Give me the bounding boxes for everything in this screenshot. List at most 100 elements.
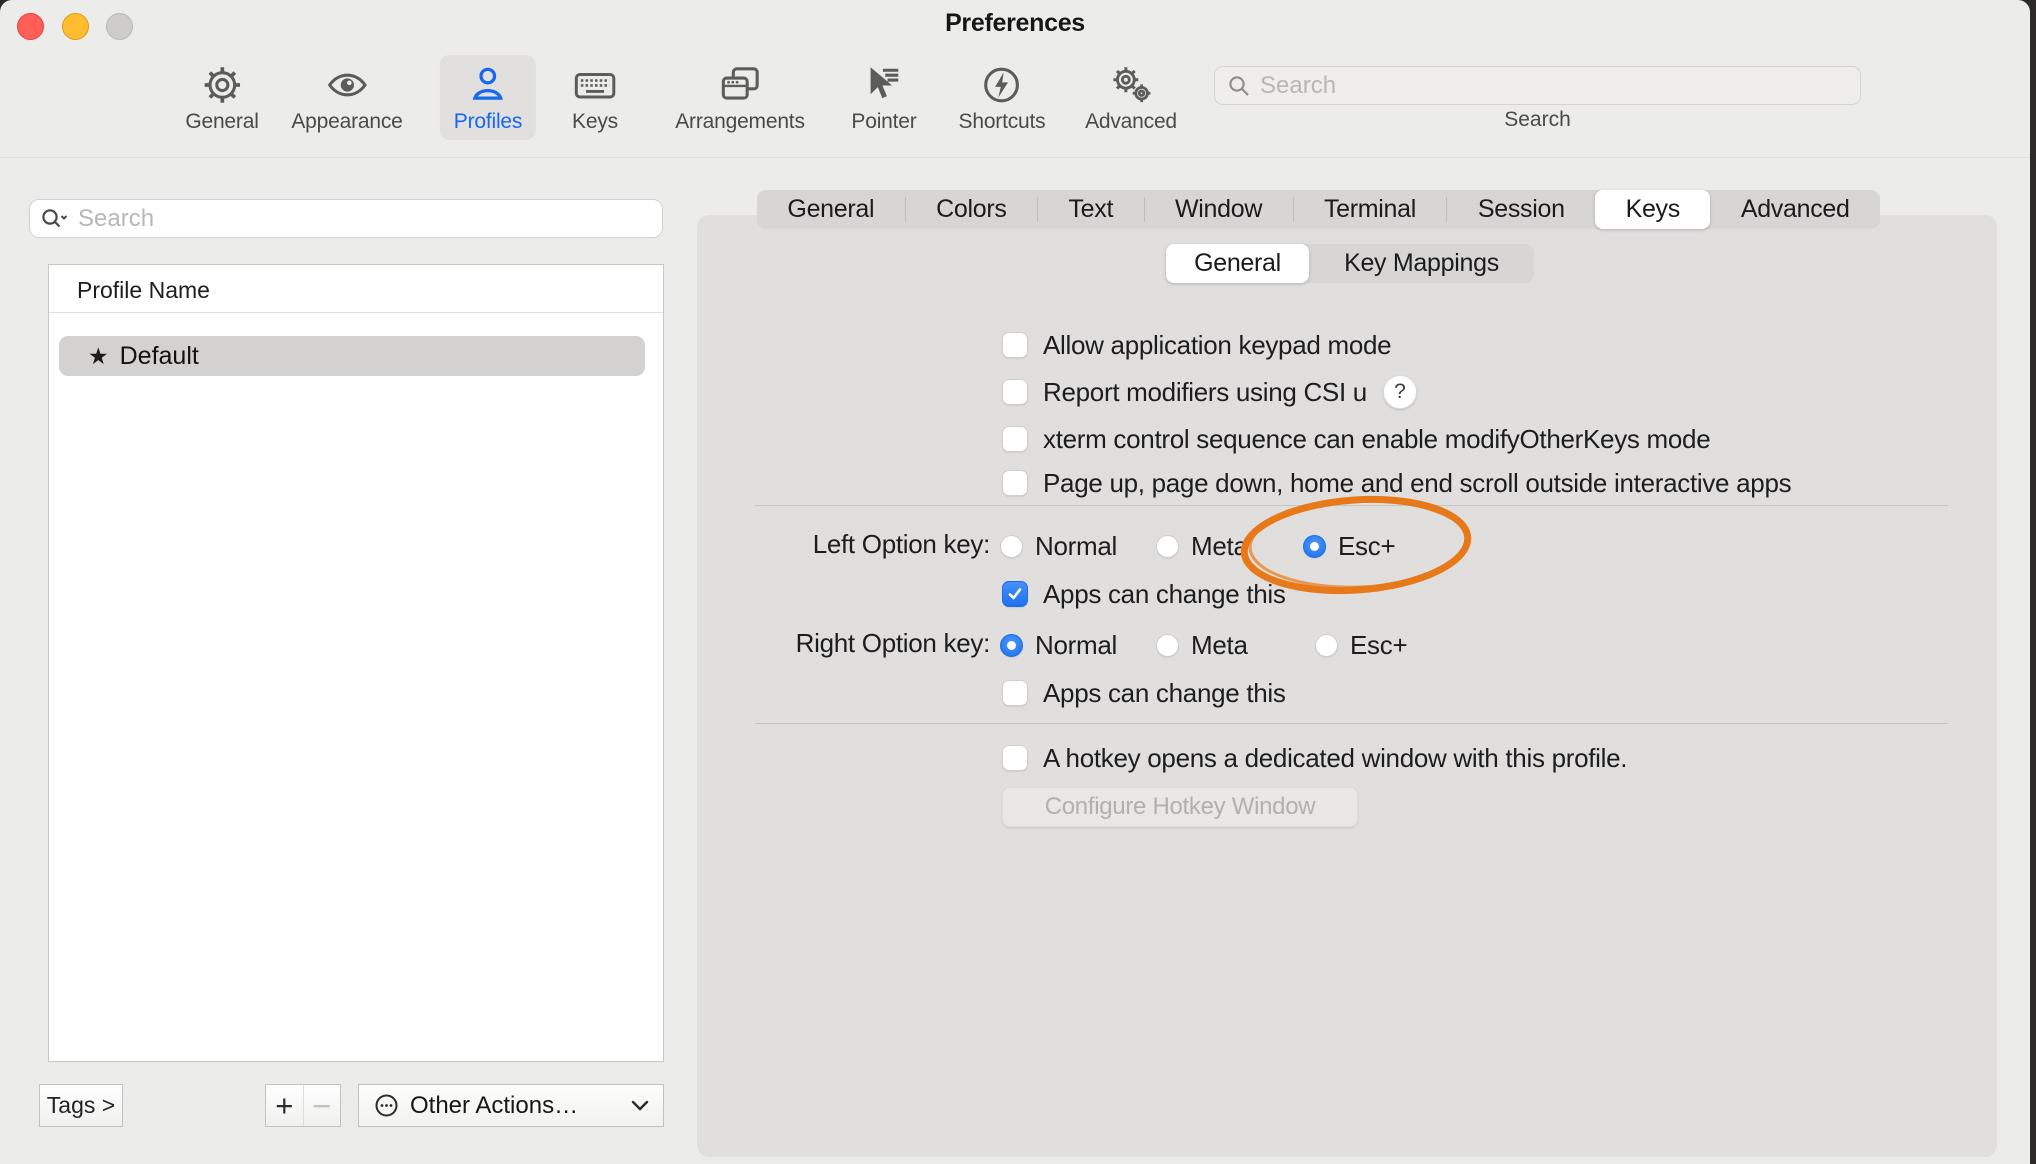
header-divider — [49, 312, 663, 313]
preferences-window: Preferences General Appearance — [0, 0, 2030, 1164]
toolbar-label-appearance: Appearance — [291, 110, 402, 134]
radio-circle[interactable] — [1156, 535, 1179, 558]
window-title: Preferences — [0, 9, 2030, 38]
radio-left-esc[interactable]: Esc+ — [1303, 531, 1395, 562]
toolbar-label-general: General — [185, 110, 258, 134]
profile-search-field[interactable] — [29, 199, 663, 238]
toolbar-item-advanced[interactable]: Advanced — [1071, 55, 1191, 140]
checkbox-keypad-mode[interactable] — [1002, 332, 1028, 358]
star-icon: ★ — [88, 345, 109, 368]
profile-name: Default — [120, 342, 199, 371]
cursor-icon — [863, 63, 905, 107]
checkbox-modify-other-keys[interactable] — [1002, 426, 1028, 452]
radio-right-esc[interactable]: Esc+ — [1315, 630, 1407, 661]
toolbar-label-arrangements: Arrangements — [675, 110, 805, 134]
checkbox-csi-u[interactable] — [1002, 379, 1028, 405]
toolbar-divider — [0, 157, 2030, 158]
label-keypad-mode: Allow application keypad mode — [1043, 330, 1391, 361]
chevron-down-icon — [631, 1100, 649, 1111]
radio-label: Normal — [1035, 630, 1117, 661]
subtab-general[interactable]: General — [1166, 244, 1309, 283]
label-page-scroll: Page up, page down, home and end scroll … — [1043, 468, 1791, 499]
profile-list-header: Profile Name — [77, 277, 210, 304]
checkbox-hotkey-window[interactable] — [1002, 745, 1028, 771]
row-keypad-mode: Allow application keypad mode — [1002, 328, 1391, 362]
radio-label: Normal — [1035, 531, 1117, 562]
radio-label: Esc+ — [1350, 630, 1407, 661]
left-option-key-label: Left Option key: — [700, 529, 990, 560]
toolbar-item-shortcuts[interactable]: Shortcuts — [945, 55, 1060, 140]
profile-search-input[interactable] — [78, 205, 652, 233]
search-icon — [1227, 74, 1251, 98]
tab-window[interactable]: Window — [1145, 190, 1293, 229]
toolbar-label-profiles: Profiles — [454, 110, 522, 134]
profile-tab-bar: General Colors Text Window Terminal Sess… — [757, 190, 1880, 229]
right-option-key-label: Right Option key: — [700, 628, 990, 659]
tab-session[interactable]: Session — [1447, 190, 1595, 229]
radio-left-normal[interactable]: Normal — [1000, 531, 1117, 562]
eye-icon — [326, 63, 368, 107]
section-divider — [755, 723, 1948, 724]
radio-left-meta[interactable]: Meta — [1156, 531, 1248, 562]
row-hotkey-window: A hotkey opens a dedicated window with t… — [1002, 741, 1627, 775]
tab-keys[interactable]: Keys — [1595, 190, 1710, 229]
toolbar-search-input[interactable] — [1260, 72, 1848, 100]
toolbar-item-keys[interactable]: Keys — [558, 55, 632, 140]
tab-text[interactable]: Text — [1038, 190, 1144, 229]
tab-advanced[interactable]: Advanced — [1710, 190, 1880, 229]
label-csi-u: Report modifiers using CSI u — [1043, 377, 1367, 408]
radio-circle[interactable] — [1315, 634, 1338, 657]
radio-label: Esc+ — [1338, 531, 1395, 562]
remove-profile-button[interactable]: − — [303, 1085, 341, 1126]
tab-general[interactable]: General — [757, 190, 905, 229]
row-page-scroll: Page up, page down, home and end scroll … — [1002, 466, 1791, 500]
radio-circle[interactable] — [1000, 535, 1023, 558]
radio-right-meta[interactable]: Meta — [1156, 630, 1248, 661]
row-modify-other-keys: xterm control sequence can enable modify… — [1002, 422, 1710, 456]
radio-circle-selected[interactable] — [1000, 634, 1023, 657]
checkbox-left-apps-change[interactable] — [1002, 581, 1028, 607]
subtab-key-mappings[interactable]: Key Mappings — [1309, 244, 1534, 283]
add-profile-button[interactable]: + — [266, 1085, 303, 1126]
toolbar-item-general[interactable]: General — [171, 55, 272, 140]
keyboard-icon — [574, 63, 616, 107]
toolbar-item-profiles[interactable]: Profiles — [440, 55, 536, 140]
toolbar-label-keys: Keys — [572, 110, 618, 134]
ellipsis-circle-icon — [373, 1092, 400, 1119]
screen: Preferences General Appearance — [0, 0, 2036, 1164]
radio-label: Meta — [1191, 531, 1248, 562]
tab-colors[interactable]: Colors — [906, 190, 1037, 229]
help-button[interactable]: ? — [1383, 375, 1417, 409]
checkbox-page-scroll[interactable] — [1002, 470, 1028, 496]
toolbar-search-caption: Search — [1214, 108, 1861, 132]
toolbar-search-field[interactable] — [1214, 66, 1861, 105]
search-with-menu-icon — [40, 207, 70, 231]
row-csi-u: Report modifiers using CSI u ? — [1002, 375, 1417, 409]
add-remove-group: + − — [265, 1084, 341, 1127]
toolbar-item-pointer[interactable]: Pointer — [837, 55, 930, 140]
toolbar-label-advanced: Advanced — [1085, 110, 1177, 134]
radio-right-normal[interactable]: Normal — [1000, 630, 1117, 661]
toolbar-item-appearance[interactable]: Appearance — [277, 55, 416, 140]
radio-label: Meta — [1191, 630, 1248, 661]
label-left-apps-change: Apps can change this — [1043, 579, 1286, 610]
person-icon — [467, 63, 509, 107]
radio-circle[interactable] — [1156, 634, 1179, 657]
windows-icon — [719, 63, 761, 107]
section-divider — [755, 505, 1948, 506]
label-hotkey-window: A hotkey opens a dedicated window with t… — [1043, 743, 1627, 774]
gears-icon — [1110, 63, 1152, 107]
radio-circle-selected[interactable] — [1303, 535, 1326, 558]
label-modify-other-keys: xterm control sequence can enable modify… — [1043, 424, 1710, 455]
toolbar-label-pointer: Pointer — [851, 110, 916, 134]
profile-row-default[interactable]: ★ Default — [59, 336, 645, 376]
toolbar-item-arrangements[interactable]: Arrangements — [661, 55, 819, 140]
other-actions-dropdown[interactable]: Other Actions… — [358, 1084, 664, 1127]
tags-button[interactable]: Tags > — [39, 1084, 123, 1127]
checkbox-right-apps-change[interactable] — [1002, 680, 1028, 706]
keys-subtab-bar: General Key Mappings — [1166, 244, 1534, 283]
gear-icon — [201, 63, 243, 107]
configure-hotkey-window-button[interactable]: Configure Hotkey Window — [1002, 787, 1358, 827]
tab-terminal[interactable]: Terminal — [1294, 190, 1447, 229]
bolt-icon — [981, 63, 1023, 107]
